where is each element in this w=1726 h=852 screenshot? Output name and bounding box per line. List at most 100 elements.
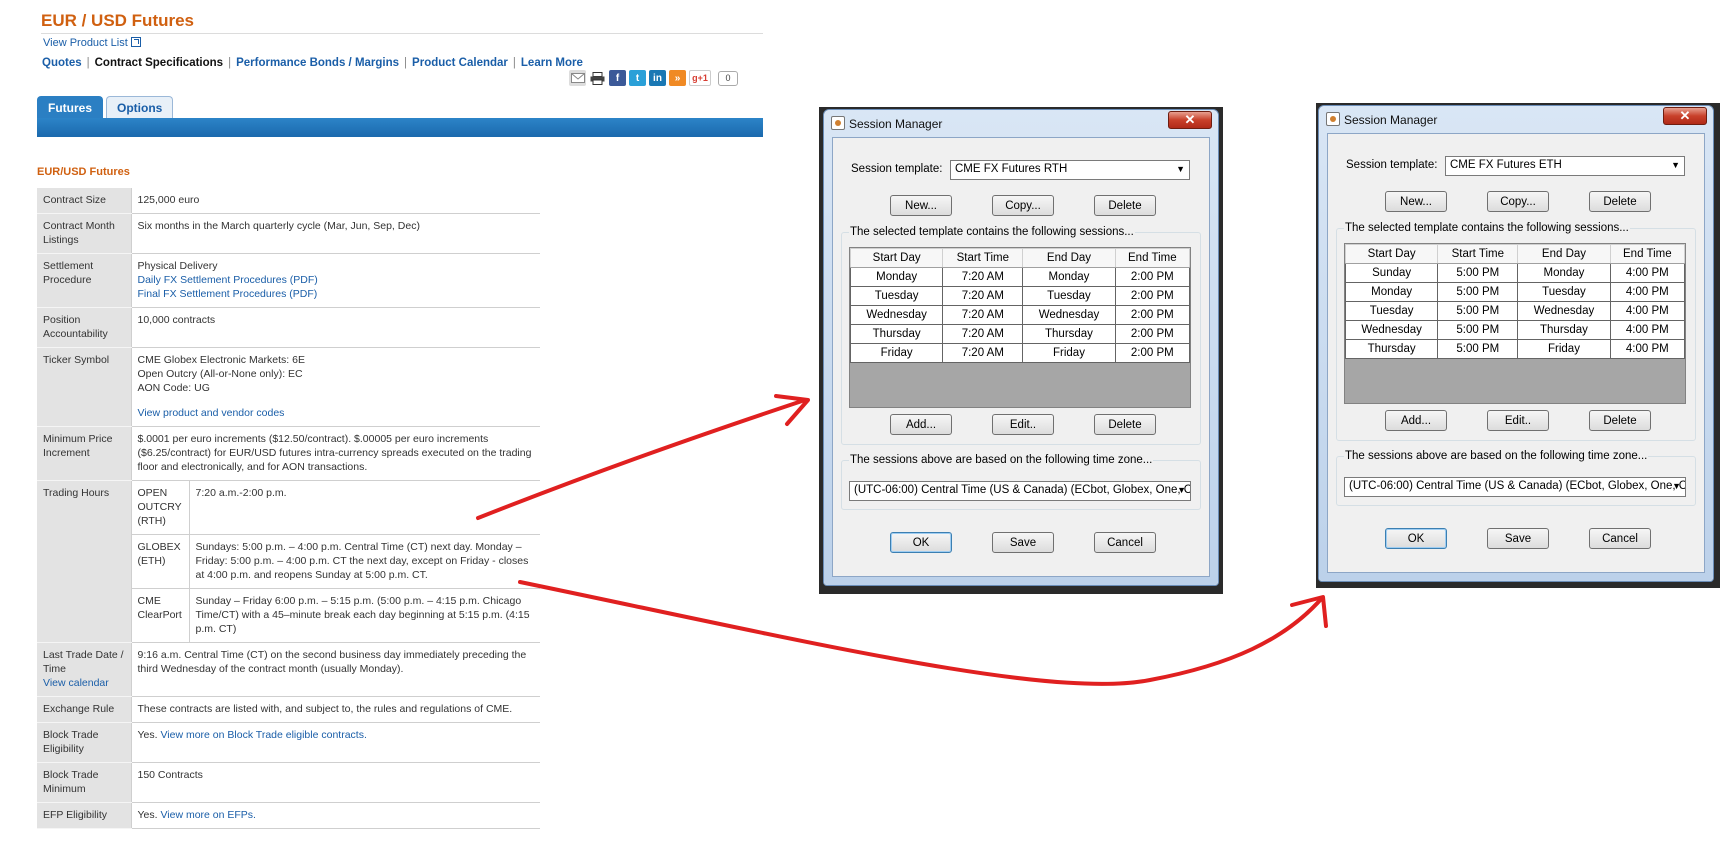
session-template-select[interactable]: CME FX Futures ETH ▼ bbox=[1445, 156, 1685, 176]
table-row[interactable]: Tuesday 7:20 AM Tuesday 2:00 PM bbox=[849, 286, 1191, 306]
tab-options[interactable]: Options bbox=[106, 96, 174, 118]
close-button[interactable]: ✕ bbox=[1168, 111, 1212, 129]
column-header[interactable]: Start Day bbox=[849, 248, 944, 268]
add-session-button[interactable]: Add... bbox=[1385, 410, 1447, 431]
save-button[interactable]: Save bbox=[1487, 528, 1549, 549]
email-icon[interactable] bbox=[569, 70, 586, 86]
cell-end-day: Monday bbox=[1517, 263, 1611, 283]
column-header[interactable]: End Time bbox=[1114, 248, 1191, 268]
add-session-button[interactable]: Add... bbox=[890, 414, 952, 435]
efp-prefix: Yes. bbox=[137, 809, 158, 821]
table-row: Exchange Rule These contracts are listed… bbox=[37, 696, 540, 723]
sessions-grid[interactable]: Start Day Start Time End Day End Time Mo… bbox=[849, 247, 1191, 408]
column-header[interactable]: End Day bbox=[1517, 244, 1611, 264]
new-template-button[interactable]: New... bbox=[890, 195, 952, 216]
copy-template-button[interactable]: Copy... bbox=[992, 195, 1054, 216]
window-title: Session Manager bbox=[1344, 113, 1438, 127]
vendor-codes-link[interactable]: View product and vendor codes bbox=[138, 406, 535, 420]
timezone-group-label: The sessions above are based on the foll… bbox=[1344, 450, 1649, 462]
table-row[interactable]: Monday 5:00 PM Tuesday 4:00 PM bbox=[1344, 282, 1686, 302]
column-header[interactable]: Start Day bbox=[1344, 244, 1439, 264]
rss-icon[interactable]: » bbox=[669, 70, 686, 86]
close-button[interactable]: ✕ bbox=[1663, 107, 1707, 125]
print-icon[interactable] bbox=[589, 70, 606, 86]
timezone-group-label: The sessions above are based on the foll… bbox=[849, 454, 1154, 466]
view-calendar-link[interactable]: View calendar bbox=[43, 676, 125, 690]
table-row[interactable]: Wednesday 7:20 AM Wednesday 2:00 PM bbox=[849, 305, 1191, 325]
session-template-select[interactable]: CME FX Futures RTH ▼ bbox=[950, 160, 1190, 180]
spec-value: These contracts are listed with, and sub… bbox=[131, 696, 540, 723]
edit-session-button[interactable]: Edit.. bbox=[992, 414, 1054, 435]
section-title: EUR/USD Futures bbox=[37, 166, 130, 178]
column-header[interactable]: End Time bbox=[1609, 244, 1686, 264]
nav-product-calendar[interactable]: Product Calendar bbox=[412, 57, 508, 69]
delete-session-button[interactable]: Delete bbox=[1094, 414, 1156, 435]
sessions-grid[interactable]: Start Day Start Time End Day End Time Su… bbox=[1344, 243, 1686, 404]
table-row[interactable]: Thursday 7:20 AM Thursday 2:00 PM bbox=[849, 324, 1191, 344]
cell-start-time: 7:20 AM bbox=[942, 267, 1024, 287]
share-count: 0 bbox=[718, 70, 738, 86]
page-title: EUR / USD Futures bbox=[41, 11, 195, 30]
cell-end-time: 4:00 PM bbox=[1609, 339, 1686, 359]
ok-button[interactable]: OK bbox=[890, 532, 952, 553]
cell-end-time: 2:00 PM bbox=[1114, 286, 1191, 306]
last-trade-label: Last Trade Date / Time bbox=[43, 649, 124, 675]
new-template-button[interactable]: New... bbox=[1385, 191, 1447, 212]
view-product-list-link[interactable]: View Product List bbox=[43, 37, 141, 49]
session-template-label: Session template: bbox=[1346, 159, 1438, 171]
cell-start-day: Wednesday bbox=[849, 305, 944, 325]
cancel-button[interactable]: Cancel bbox=[1589, 528, 1651, 549]
cell-end-time: 4:00 PM bbox=[1609, 301, 1686, 321]
nav-performance-bonds[interactable]: Performance Bonds / Margins bbox=[236, 57, 399, 69]
spec-label: Contract Month Listings bbox=[37, 213, 132, 254]
column-header[interactable]: Start Time bbox=[1437, 244, 1519, 264]
cell-end-time: 2:00 PM bbox=[1114, 305, 1191, 325]
session-manager-icon bbox=[831, 116, 845, 130]
daily-settlement-link[interactable]: Daily FX Settlement Procedures (PDF) bbox=[138, 273, 535, 287]
table-row: Last Trade Date / Time View calendar 9:1… bbox=[37, 642, 540, 697]
tab-futures[interactable]: Futures bbox=[37, 96, 104, 118]
nav-quotes[interactable]: Quotes bbox=[42, 57, 82, 69]
column-header[interactable]: Start Time bbox=[942, 248, 1024, 268]
sessions-table: Start Day Start Time End Day End Time Mo… bbox=[849, 248, 1191, 363]
timezone-select[interactable]: (UTC-06:00) Central Time (US & Canada) (… bbox=[849, 481, 1191, 501]
timezone-select[interactable]: (UTC-06:00) Central Time (US & Canada) (… bbox=[1344, 477, 1686, 497]
cancel-button[interactable]: Cancel bbox=[1094, 532, 1156, 553]
block-trade-prefix: Yes. bbox=[137, 729, 158, 741]
table-row[interactable]: Sunday 5:00 PM Monday 4:00 PM bbox=[1344, 263, 1686, 283]
table-row[interactable]: Thursday 5:00 PM Friday 4:00 PM bbox=[1344, 339, 1686, 359]
linkedin-icon[interactable]: in bbox=[649, 70, 666, 86]
efp-link[interactable]: View more on EFPs. bbox=[160, 809, 256, 821]
spec-value: 9:16 a.m. Central Time (CT) on the secon… bbox=[131, 642, 540, 697]
google-plus-icon[interactable]: g+1 bbox=[689, 70, 711, 86]
nav-learn-more[interactable]: Learn More bbox=[521, 57, 583, 69]
final-settlement-link[interactable]: Final FX Settlement Procedures (PDF) bbox=[138, 287, 535, 301]
cell-end-day: Tuesday bbox=[1517, 282, 1611, 302]
table-row[interactable]: Tuesday 5:00 PM Wednesday 4:00 PM bbox=[1344, 301, 1686, 321]
twitter-icon[interactable]: t bbox=[629, 70, 646, 86]
ok-button[interactable]: OK bbox=[1385, 528, 1447, 549]
save-button[interactable]: Save bbox=[992, 532, 1054, 553]
copy-template-button[interactable]: Copy... bbox=[1487, 191, 1549, 212]
cell-start-time: 5:00 PM bbox=[1437, 301, 1519, 321]
table-row[interactable]: Friday 7:20 AM Friday 2:00 PM bbox=[849, 343, 1191, 363]
delete-template-button[interactable]: Delete bbox=[1589, 191, 1651, 212]
cell-end-time: 2:00 PM bbox=[1114, 343, 1191, 363]
column-header[interactable]: End Day bbox=[1022, 248, 1116, 268]
spec-value: Yes. View more on Block Trade eligible c… bbox=[131, 722, 540, 763]
nav-contract-specifications[interactable]: Contract Specifications bbox=[95, 57, 223, 69]
cell-end-day: Friday bbox=[1022, 343, 1116, 363]
facebook-icon[interactable]: f bbox=[609, 70, 626, 86]
table-row[interactable]: Monday 7:20 AM Monday 2:00 PM bbox=[849, 267, 1191, 287]
block-trade-link[interactable]: View more on Block Trade eligible contra… bbox=[160, 729, 366, 741]
cell-end-time: 2:00 PM bbox=[1114, 324, 1191, 344]
spec-value: Sundays: 5:00 p.m. – 4:00 p.m. Central T… bbox=[189, 534, 540, 589]
edit-session-button[interactable]: Edit.. bbox=[1487, 410, 1549, 431]
table-row[interactable]: Wednesday 5:00 PM Thursday 4:00 PM bbox=[1344, 320, 1686, 340]
chevron-down-icon: ▼ bbox=[1177, 485, 1186, 495]
delete-session-button[interactable]: Delete bbox=[1589, 410, 1651, 431]
dialog-client: Session template: CME FX Futures ETH ▼ N… bbox=[1327, 133, 1705, 573]
delete-template-button[interactable]: Delete bbox=[1094, 195, 1156, 216]
table-row: Contract Month Listings Six months in th… bbox=[37, 213, 540, 254]
trading-hours-sublabel: CME ClearPort bbox=[131, 588, 190, 643]
